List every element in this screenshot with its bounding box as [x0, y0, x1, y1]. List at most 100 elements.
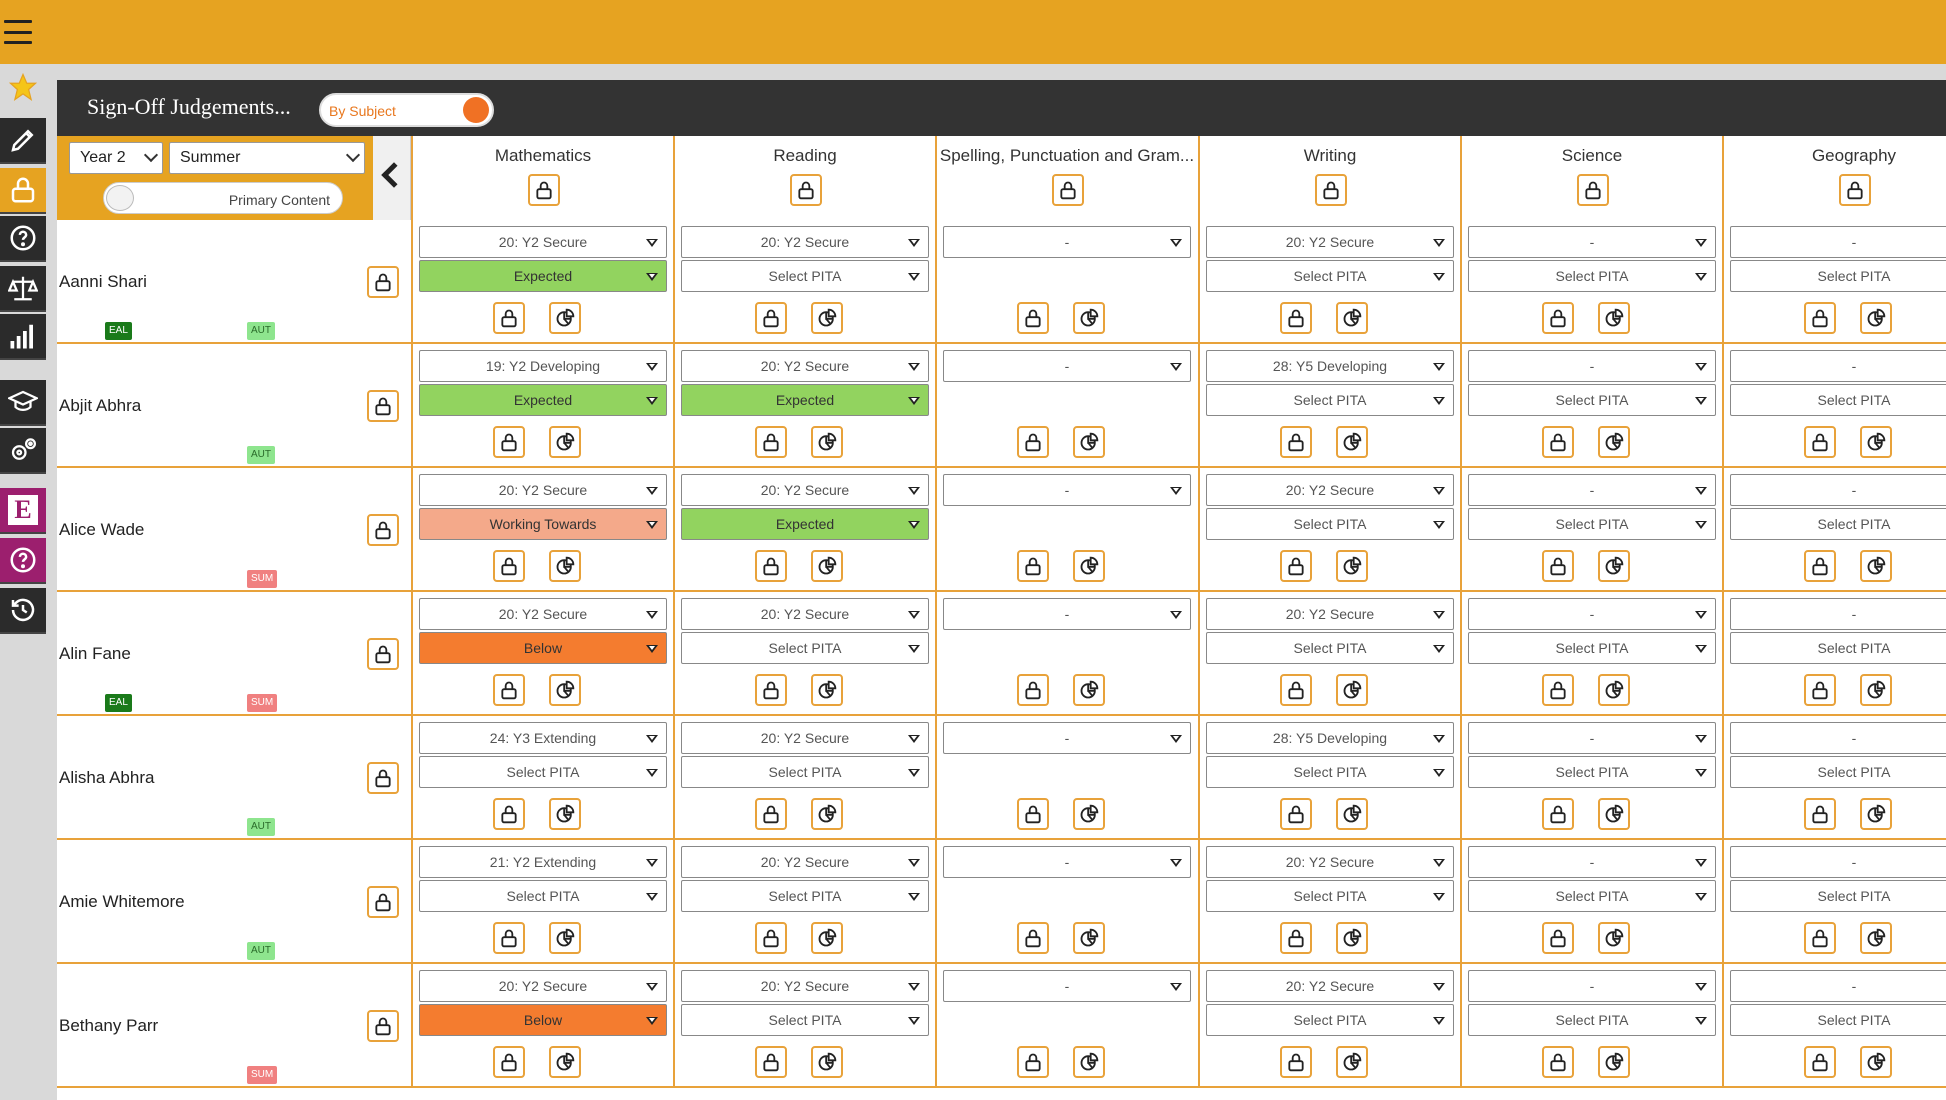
attainment-select[interactable]: -: [1468, 350, 1716, 382]
cell-chart-button[interactable]: [549, 922, 581, 954]
cell-chart-button[interactable]: [1598, 550, 1630, 582]
cell-lock-button[interactable]: [493, 550, 525, 582]
cell-chart-button[interactable]: [811, 1046, 843, 1078]
attainment-select[interactable]: -: [943, 226, 1191, 258]
lock-nav-button[interactable]: [0, 168, 46, 214]
pita-select[interactable]: Select PITA: [419, 756, 667, 788]
cell-chart-button[interactable]: [811, 798, 843, 830]
pencil-nav-button[interactable]: [0, 118, 46, 164]
student-lock-button[interactable]: [367, 266, 399, 298]
cell-lock-button[interactable]: [1542, 426, 1574, 458]
attainment-select[interactable]: 20: Y2 Secure: [681, 846, 929, 878]
student-lock-button[interactable]: [367, 514, 399, 546]
attainment-select[interactable]: -: [1468, 970, 1716, 1002]
attainment-select[interactable]: -: [1730, 350, 1946, 382]
cell-lock-button[interactable]: [1804, 1046, 1836, 1078]
attainment-select[interactable]: -: [1730, 598, 1946, 630]
student-lock-button[interactable]: [367, 638, 399, 670]
pita-select[interactable]: Select PITA: [1206, 508, 1454, 540]
attainment-select[interactable]: 20: Y2 Secure: [681, 722, 929, 754]
pita-select[interactable]: Below: [419, 1004, 667, 1036]
attainment-select[interactable]: -: [1730, 226, 1946, 258]
cell-chart-button[interactable]: [811, 302, 843, 334]
attainment-select[interactable]: 28: Y5 Developing: [1206, 350, 1454, 382]
attainment-select[interactable]: -: [943, 350, 1191, 382]
attainment-select[interactable]: -: [1730, 970, 1946, 1002]
cell-lock-button[interactable]: [1804, 302, 1836, 334]
pita-select[interactable]: Select PITA: [1206, 880, 1454, 912]
cell-chart-button[interactable]: [549, 798, 581, 830]
attainment-select[interactable]: 20: Y2 Secure: [681, 970, 929, 1002]
cell-chart-button[interactable]: [1336, 550, 1368, 582]
subject-lock-button[interactable]: [1839, 174, 1871, 206]
pita-select[interactable]: Select PITA: [681, 880, 929, 912]
attainment-select[interactable]: 20: Y2 Secure: [1206, 846, 1454, 878]
pita-select[interactable]: Select PITA: [419, 880, 667, 912]
cell-chart-button[interactable]: [1336, 426, 1368, 458]
cell-chart-button[interactable]: [1860, 550, 1892, 582]
cell-chart-button[interactable]: [1073, 1046, 1105, 1078]
subject-lock-button[interactable]: [790, 174, 822, 206]
attainment-select[interactable]: 20: Y2 Secure: [681, 474, 929, 506]
cell-chart-button[interactable]: [549, 426, 581, 458]
pita-select[interactable]: Select PITA: [1468, 384, 1716, 416]
cell-chart-button[interactable]: [549, 302, 581, 334]
student-lock-button[interactable]: [367, 762, 399, 794]
cell-chart-button[interactable]: [1860, 302, 1892, 334]
attainment-select[interactable]: -: [1468, 226, 1716, 258]
cell-lock-button[interactable]: [1017, 922, 1049, 954]
pita-select[interactable]: Select PITA: [1468, 260, 1716, 292]
cell-lock-button[interactable]: [755, 922, 787, 954]
cell-lock-button[interactable]: [1017, 550, 1049, 582]
pita-select[interactable]: Expected: [419, 260, 667, 292]
graduation-cap-nav-button[interactable]: [0, 380, 46, 426]
cell-lock-button[interactable]: [493, 302, 525, 334]
collapse-left-button[interactable]: [373, 136, 411, 220]
attainment-select[interactable]: -: [943, 722, 1191, 754]
cell-lock-button[interactable]: [1804, 426, 1836, 458]
cell-lock-button[interactable]: [493, 1046, 525, 1078]
attainment-select[interactable]: -: [1468, 722, 1716, 754]
cell-chart-button[interactable]: [1073, 674, 1105, 706]
term-select[interactable]: Summer: [169, 142, 365, 174]
cell-lock-button[interactable]: [1280, 302, 1312, 334]
pita-select[interactable]: Select PITA: [1468, 508, 1716, 540]
pita-select[interactable]: Select PITA: [1730, 508, 1946, 540]
subject-lock-button[interactable]: [1315, 174, 1347, 206]
attainment-select[interactable]: -: [943, 970, 1191, 1002]
by-subject-toggle[interactable]: By Subject: [319, 93, 494, 127]
attainment-select[interactable]: 20: Y2 Secure: [1206, 226, 1454, 258]
student-name[interactable]: Abjit Abhra: [59, 396, 141, 416]
attainment-select[interactable]: 24: Y3 Extending: [419, 722, 667, 754]
attainment-select[interactable]: 20: Y2 Secure: [419, 474, 667, 506]
cell-lock-button[interactable]: [1017, 426, 1049, 458]
student-lock-button[interactable]: [367, 1010, 399, 1042]
pita-select[interactable]: Select PITA: [1468, 756, 1716, 788]
cell-chart-button[interactable]: [811, 426, 843, 458]
cell-chart-button[interactable]: [1336, 674, 1368, 706]
cell-chart-button[interactable]: [1598, 1046, 1630, 1078]
pita-select[interactable]: Expected: [681, 384, 929, 416]
menu-icon[interactable]: [4, 20, 32, 44]
attainment-select[interactable]: 20: Y2 Secure: [419, 598, 667, 630]
attainment-select[interactable]: 28: Y5 Developing: [1206, 722, 1454, 754]
pita-select[interactable]: Below: [419, 632, 667, 664]
subject-lock-button[interactable]: [1052, 174, 1084, 206]
student-lock-button[interactable]: [367, 390, 399, 422]
year-select[interactable]: Year 2: [69, 142, 163, 174]
pita-select[interactable]: Select PITA: [1730, 632, 1946, 664]
pita-select[interactable]: Select PITA: [1206, 1004, 1454, 1036]
attainment-select[interactable]: 20: Y2 Secure: [681, 598, 929, 630]
cell-lock-button[interactable]: [1542, 798, 1574, 830]
attainment-select[interactable]: 20: Y2 Secure: [1206, 598, 1454, 630]
cell-chart-button[interactable]: [1336, 302, 1368, 334]
e-logo-nav-button[interactable]: E: [0, 488, 46, 534]
pita-select[interactable]: Working Towards: [419, 508, 667, 540]
settings-gears-nav-button[interactable]: [0, 428, 46, 474]
cell-lock-button[interactable]: [1804, 674, 1836, 706]
cell-chart-button[interactable]: [1073, 426, 1105, 458]
cell-chart-button[interactable]: [1073, 922, 1105, 954]
attainment-select[interactable]: -: [1730, 722, 1946, 754]
pita-select[interactable]: Select PITA: [681, 632, 929, 664]
history-nav-button[interactable]: [0, 588, 46, 634]
